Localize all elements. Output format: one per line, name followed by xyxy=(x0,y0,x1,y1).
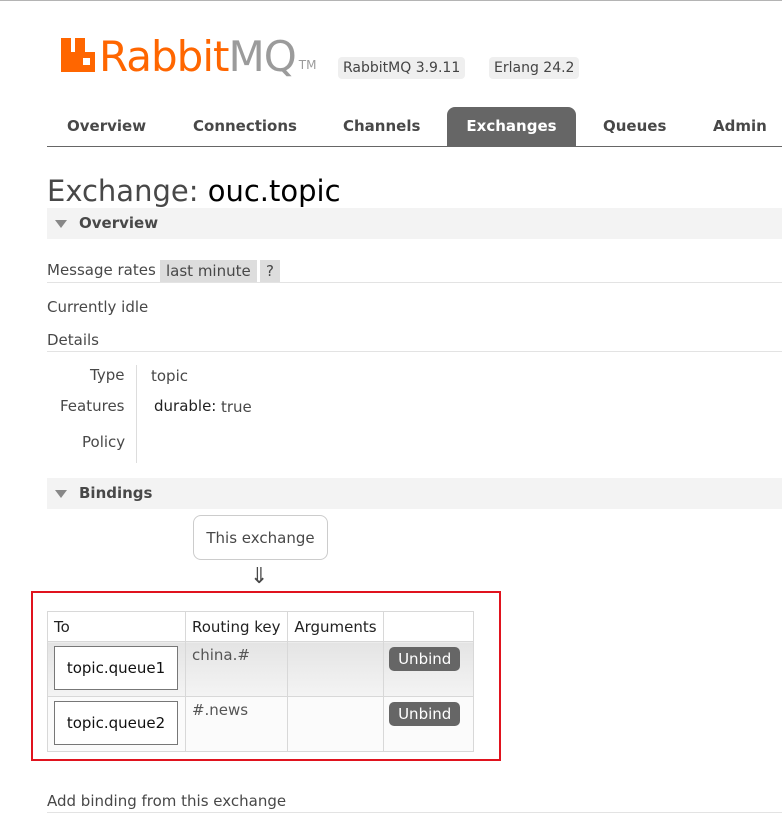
unbind-button[interactable]: Unbind xyxy=(389,647,461,671)
tab-connections[interactable]: Connections xyxy=(193,107,297,146)
queue-link[interactable]: topic.queue2 xyxy=(54,701,178,745)
divider xyxy=(47,812,782,813)
policy-label: Policy xyxy=(82,433,126,451)
add-binding-label[interactable]: Add binding from this exchange xyxy=(47,792,286,810)
column-header-actions xyxy=(383,611,474,642)
unbind-button[interactable]: Unbind xyxy=(389,702,461,726)
table-row: topic.queue2 #.news Unbind xyxy=(47,696,474,752)
divider xyxy=(47,282,782,283)
collapse-triangle-icon xyxy=(55,490,67,498)
feature-durable-key: durable: xyxy=(154,397,217,415)
table-row: topic.queue1 china.# Unbind xyxy=(47,641,474,697)
queue-link[interactable]: topic.queue1 xyxy=(54,646,178,690)
main-nav-tabs: Overview Connections Channels Exchanges … xyxy=(47,107,782,147)
down-arrow-icon: ⇓ xyxy=(250,564,269,589)
details-label: Details xyxy=(47,331,100,349)
routing-key-cell: china.# xyxy=(184,641,289,697)
this-exchange-box: This exchange xyxy=(193,515,328,560)
divider xyxy=(47,351,782,352)
exchange-name: ouc.topic xyxy=(207,174,341,208)
routing-key-value: china.# xyxy=(191,646,250,664)
bindings-section-label: Bindings xyxy=(79,484,153,502)
tab-queues[interactable]: Queues xyxy=(603,107,666,146)
logo-text-rabbit: Rabbit xyxy=(99,32,229,81)
help-button[interactable]: ? xyxy=(260,260,280,282)
tab-exchanges[interactable]: Exchanges xyxy=(447,107,576,146)
routing-key-cell: #.news xyxy=(184,696,289,752)
tab-channels[interactable]: Channels xyxy=(343,107,420,146)
rates-range-selector[interactable]: last minute xyxy=(160,260,257,282)
features-label: Features xyxy=(60,397,125,415)
tab-overview[interactable]: Overview xyxy=(67,107,146,146)
actions-cell: Unbind xyxy=(383,641,474,697)
overview-section-label: Overview xyxy=(79,214,159,232)
details-separator xyxy=(136,365,137,463)
bindings-section-toggle[interactable]: Bindings xyxy=(47,478,782,509)
arguments-cell xyxy=(287,641,385,697)
type-label: Type xyxy=(90,366,125,384)
logo-text-mq: MQ xyxy=(228,32,296,81)
bindings-table: To Routing key Arguments topic.queue1 ch… xyxy=(47,611,474,752)
column-header-arguments: Arguments xyxy=(287,611,385,642)
erlang-version-badge: Erlang 24.2 xyxy=(489,57,580,79)
message-rates-label: Message rates xyxy=(47,261,156,279)
feature-durable-value: true xyxy=(221,398,252,416)
column-header-routing-key: Routing key xyxy=(184,611,289,642)
collapse-triangle-icon xyxy=(55,220,67,228)
status-text: Currently idle xyxy=(47,298,149,316)
arguments-cell xyxy=(287,696,385,752)
tab-admin[interactable]: Admin xyxy=(713,107,767,146)
rabbitmq-logo: Rabbit MQ TM xyxy=(61,32,317,81)
binding-destination-cell: topic.queue2 xyxy=(47,696,186,752)
table-header-row: To Routing key Arguments xyxy=(47,611,474,642)
rabbitmq-version-badge: RabbitMQ 3.9.11 xyxy=(338,57,466,79)
column-header-to: To xyxy=(47,611,186,642)
type-value: topic xyxy=(151,367,188,385)
page-title: Exchange: ouc.topic xyxy=(47,173,341,209)
page-title-prefix: Exchange: xyxy=(47,174,199,208)
logo-trademark: TM xyxy=(298,58,317,72)
overview-section-toggle[interactable]: Overview xyxy=(47,208,782,239)
binding-destination-cell: topic.queue1 xyxy=(47,641,186,697)
rabbitmq-logo-icon xyxy=(61,38,95,72)
routing-key-value: #.news xyxy=(191,701,249,719)
actions-cell: Unbind xyxy=(383,696,474,752)
